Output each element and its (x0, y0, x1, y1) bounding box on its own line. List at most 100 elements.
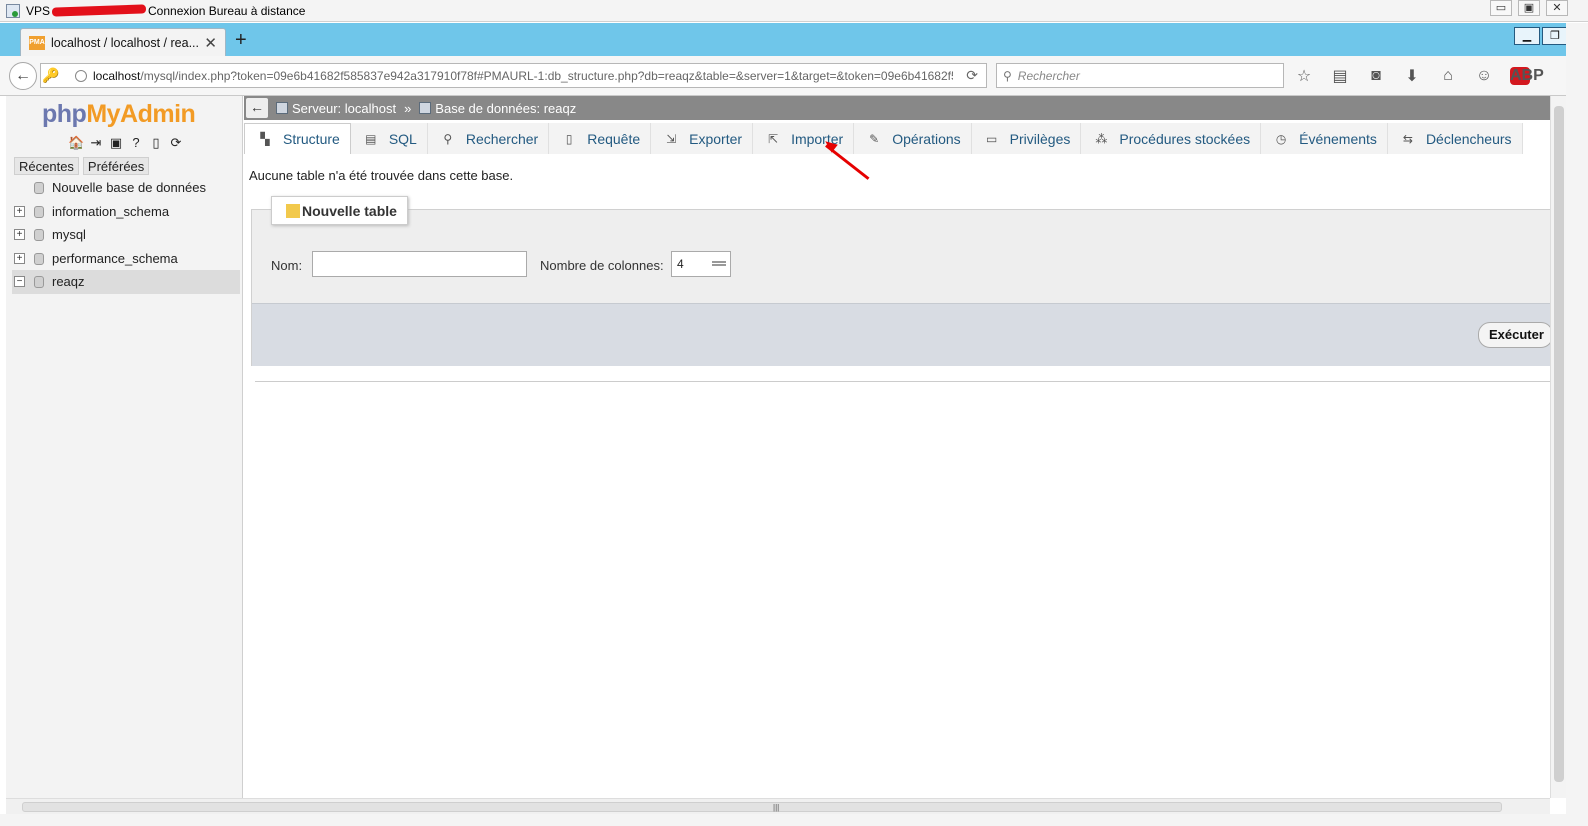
expand-icon[interactable]: + (14, 205, 25, 217)
form-footer: Exécuter (252, 303, 1554, 366)
breadcrumb-server[interactable]: Serveur: localhost (276, 101, 396, 116)
adblock-icon[interactable]: ABP (1510, 67, 1544, 85)
back-button[interactable]: ← (9, 62, 37, 90)
expand-icon[interactable]: + (14, 229, 25, 240)
sql-query-icon[interactable]: ▣ (108, 135, 124, 151)
home-icon[interactable]: 🏠 (68, 135, 84, 151)
import-icon: ⇱ (768, 131, 779, 146)
phpmyadmin-logo[interactable]: phpMyAdmin (42, 100, 196, 129)
reading-list-icon[interactable]: ▤ (1330, 66, 1350, 86)
reload-icon[interactable]: ⟳ (168, 135, 184, 151)
rdp-restore-button[interactable]: ▣ (1518, 0, 1540, 16)
tab-close-icon[interactable]: ✕ (204, 34, 217, 52)
recent-tables-button[interactable]: Récentes (14, 157, 79, 175)
tree-item-label: mysql (52, 227, 86, 243)
url-bar[interactable]: 🔑 localhost/mysql/index.php?token=09e6b4… (40, 63, 987, 88)
tab-events[interactable]: ◷ Événements (1261, 123, 1388, 154)
browser-tab-bar: PMA localhost / localhost / rea... ✕ + (0, 23, 1588, 56)
pma-favicon-icon: PMA (29, 35, 45, 50)
tree-item-new-database[interactable]: Nouvelle base de données (12, 176, 240, 200)
rdp-close-button[interactable]: ✕ (1546, 0, 1568, 16)
horizontal-scrollbar[interactable]: ||| (6, 798, 1550, 814)
window-restore-button[interactable]: ❐ (1542, 27, 1568, 45)
reload-icon[interactable]: ⟳ (966, 67, 978, 84)
main-tabs: ▚ Structure ▤ SQL ⚲ Rechercher ▯ Requête ⇲ Ex… (244, 123, 1550, 154)
help-icon[interactable]: ? (128, 135, 144, 151)
tab-export[interactable]: ⇲ Exporter (651, 123, 754, 154)
tab-sql[interactable]: ▤ SQL (350, 123, 428, 154)
tree-item-label: reaqz (52, 274, 85, 290)
breadcrumb-server-label: Serveur: localhost (292, 100, 397, 116)
collapse-sidebar-icon[interactable]: ← (246, 98, 268, 118)
horizontal-scrollbar-thumb[interactable]: ||| (22, 802, 1502, 812)
tree-item-label: Nouvelle base de données (52, 180, 206, 196)
tree-item-mysql[interactable]: + mysql (12, 223, 240, 247)
collapse-icon[interactable]: − (14, 276, 25, 287)
pocket-icon[interactable]: ◙ (1366, 67, 1386, 85)
home-icon[interactable]: ⌂ (1438, 67, 1458, 85)
expand-icon[interactable]: + (14, 252, 25, 264)
tab-label: Opérations (892, 130, 961, 147)
tab-title: localhost / localhost / rea... (51, 35, 199, 50)
tab-search[interactable]: ⚲ Rechercher (427, 123, 550, 154)
tab-label: Événements (1299, 130, 1377, 147)
rdp-title-bar: VPS Connexion Bureau à distance ▭ ▣ ✕ (0, 0, 1588, 22)
download-icon[interactable]: ⬇ (1402, 66, 1422, 86)
window-minimize-button[interactable]: ▁ (1514, 27, 1540, 45)
sidebar: phpMyAdmin 🏠 ⇥ ▣ ? ▯ ⟳ Récentes Préférée… (6, 96, 243, 798)
window-bottom-edge (0, 814, 1588, 826)
sql-icon: ▤ (365, 131, 377, 146)
tab-import[interactable]: ⇱ Importer (753, 123, 855, 154)
database-icon (34, 252, 44, 265)
url-text[interactable]: localhost/mysql/index.php?token=09e6b416… (93, 69, 953, 83)
star-icon[interactable]: ☆ (1294, 66, 1314, 86)
favorite-tables-button[interactable]: Préférées (82, 157, 150, 175)
no-tables-message: Aucune table n'a été trouvée dans cette … (249, 168, 514, 183)
breadcrumb-database[interactable]: Base de données: reaqz (419, 101, 576, 116)
vertical-scrollbar-thumb[interactable] (1554, 106, 1564, 782)
tab-triggers[interactable]: ⇆ Déclencheurs (1387, 123, 1523, 154)
new-tab-icon[interactable]: + (235, 30, 247, 50)
browser-tab[interactable]: PMA localhost / localhost / rea... ✕ (20, 28, 226, 56)
structure-icon: ▚ (260, 132, 270, 146)
rdp-title-text: Connexion Bureau à distance (148, 3, 306, 18)
tab-structure[interactable]: ▚ Structure (244, 123, 351, 154)
tab-label: Exporter (689, 130, 743, 147)
column-count-input[interactable]: 4 (671, 251, 731, 277)
tab-label: Structure (283, 131, 340, 147)
tab-label: Requête (587, 130, 641, 147)
window-right-edge (1566, 23, 1588, 826)
vertical-scrollbar[interactable] (1550, 96, 1566, 798)
tab-privileges[interactable]: ▭ Privilèges (971, 123, 1082, 154)
new-database-icon (34, 182, 44, 194)
search-bar[interactable]: ⚲ Rechercher (996, 63, 1284, 88)
tree-item-performance-schema[interactable]: + performance_schema (12, 247, 240, 271)
logout-icon[interactable]: ⇥ (88, 135, 104, 151)
url-path: /mysql/index.php?token=09e6b41682f585837… (140, 68, 953, 83)
spinner-icon[interactable] (712, 261, 726, 266)
documentation-icon[interactable]: ▯ (148, 135, 164, 151)
triggers-icon: ⇆ (1402, 131, 1413, 146)
url-host: localhost (93, 68, 141, 83)
wrench-icon: ✎ (869, 131, 880, 146)
tree-item-information-schema[interactable]: + information_schema (12, 200, 240, 224)
globe-icon (75, 69, 87, 82)
rdp-minimize-button[interactable]: ▭ (1490, 0, 1512, 16)
tree-item-label: information_schema (52, 203, 170, 219)
tab-query[interactable]: ▯ Requête (549, 123, 652, 154)
database-icon (34, 276, 44, 288)
chat-icon[interactable]: ☺ (1474, 67, 1494, 85)
logo-myadmin: MyAdmin (86, 100, 196, 128)
main-content: ← Serveur: localhost » Base de données: … (244, 96, 1557, 798)
redaction-mark (51, 4, 147, 17)
tree-item-label: performance_schema (52, 250, 178, 266)
tree-item-reaqz[interactable]: − reaqz (12, 270, 240, 294)
table-name-input[interactable] (312, 251, 527, 277)
identity-icon[interactable]: 🔑 (41, 67, 61, 84)
execute-button[interactable]: Exécuter (1478, 322, 1553, 348)
tab-routines[interactable]: ⁂ Procédures stockées (1081, 123, 1262, 154)
rdp-prefix: VPS (26, 3, 51, 18)
tab-operations[interactable]: ✎ Opérations (854, 123, 972, 154)
tab-label: Déclencheurs (1425, 130, 1512, 147)
database-icon (419, 102, 432, 114)
